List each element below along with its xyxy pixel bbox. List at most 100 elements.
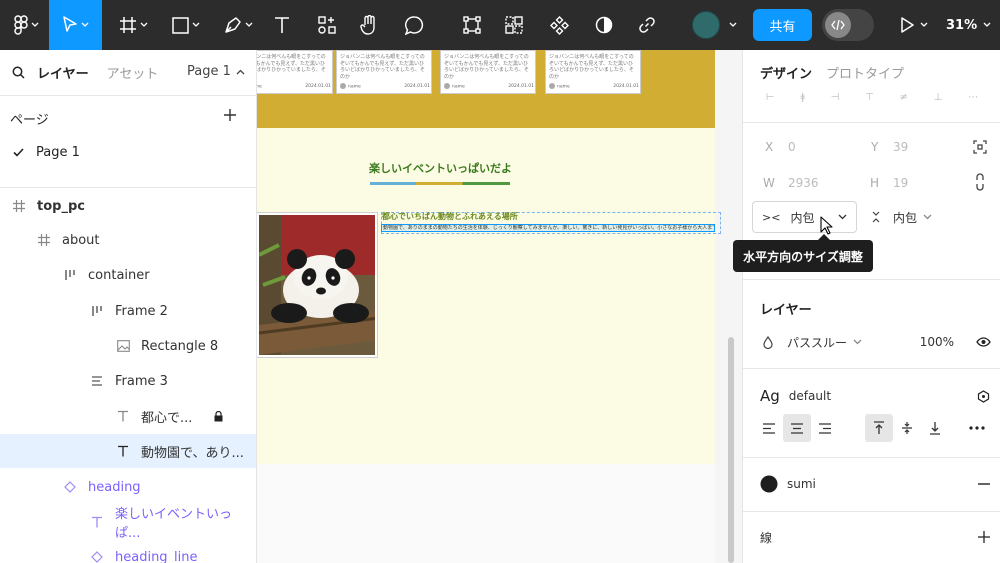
resources-button[interactable] xyxy=(313,0,341,50)
pen-tool-button[interactable] xyxy=(218,0,258,50)
layer-label: 都心で... xyxy=(141,410,193,426)
layer-rectangle-8[interactable]: Rectangle 8 xyxy=(0,329,256,363)
layer-frame-3[interactable]: Frame 3 xyxy=(0,364,256,398)
multiplayer-avatar-button[interactable] xyxy=(692,10,744,40)
hug-vertical-icon xyxy=(872,211,880,223)
canvas-vertical-scrollbar[interactable] xyxy=(728,337,734,563)
align-top-icon[interactable]: ⊤ xyxy=(865,92,874,103)
dev-mode-toggle[interactable] xyxy=(822,9,874,41)
play-icon xyxy=(901,17,914,33)
text-align-right-icon[interactable] xyxy=(811,414,839,442)
x-input[interactable]: 0 xyxy=(788,140,796,154)
text-style-row[interactable]: Ag default xyxy=(760,386,990,406)
layer-text-toshin[interactable]: 都心で... xyxy=(0,399,256,433)
alignment-toolbar: ⊢ ǂ ⊣ ⊤ ≠ ⊥ ⋯ xyxy=(743,86,1000,108)
h-input[interactable]: 19 xyxy=(893,176,908,190)
news-card[interactable]: ジョバンニは何べんも眼をこすってのぞいてもかんでも見えず、ただ黒いひろいどばかり… xyxy=(545,50,641,94)
news-card-author: name xyxy=(257,84,262,90)
layer-label: Frame 2 xyxy=(115,303,168,319)
layer-top-pc[interactable]: top_pc xyxy=(0,189,256,223)
present-button[interactable] xyxy=(896,0,932,50)
about-body-text-selected[interactable]: 動物園で、ありのままの動物たちの生活を体験、じっくり観察してみませんか。楽しい、… xyxy=(381,224,715,232)
layer-label: about xyxy=(62,232,100,248)
frame-tool-button[interactable] xyxy=(112,0,154,50)
checkmark-icon xyxy=(12,147,24,157)
horizontal-resizing-dropdown[interactable]: >< 内包 xyxy=(752,201,857,233)
vertical-align-middle-icon[interactable] xyxy=(893,414,921,442)
canvas[interactable]: ジョバンニは何べんも眼をこすってのぞいてもかんでも見えず、ただ黒いひろいどばかり… xyxy=(257,50,742,563)
tab-prototype[interactable]: プロトタイプ xyxy=(826,63,904,82)
chevron-down-icon xyxy=(140,22,147,27)
layer-label: 楽しいイベントいっぱ... xyxy=(114,507,232,541)
component-frame-button[interactable] xyxy=(458,0,486,50)
eye-icon[interactable] xyxy=(976,337,991,347)
heading-line[interactable] xyxy=(370,182,510,185)
layer-frame-2[interactable]: Frame 2 xyxy=(0,294,256,328)
chevron-down-icon xyxy=(81,22,89,27)
page-switcher-label: Page 1 xyxy=(187,64,231,79)
y-input[interactable]: 39 xyxy=(893,140,908,154)
distribute-icon[interactable]: ⋯ xyxy=(968,92,978,103)
vertical-align-bottom-icon[interactable] xyxy=(921,414,949,442)
section-heading-text[interactable]: 楽しいイベントいっぱいだよ xyxy=(369,160,512,176)
news-card[interactable]: ジョバンニは何べんも眼をこすってのぞいてもかんでも見えず、ただ黒いひろいどばかり… xyxy=(440,50,536,94)
tab-assets[interactable]: アセット xyxy=(107,63,159,82)
plus-icon[interactable] xyxy=(223,108,237,122)
mask-button[interactable] xyxy=(590,0,618,50)
align-left-icon[interactable]: ⊢ xyxy=(766,92,775,103)
fill-row[interactable]: sumi xyxy=(760,475,990,493)
layer-text-tanoshii[interactable]: 楽しいイベントいっぱ... xyxy=(0,505,256,541)
text-align-center-icon[interactable] xyxy=(783,414,811,442)
layer-container[interactable]: container xyxy=(0,258,256,292)
tab-design[interactable]: デザイン xyxy=(760,63,812,82)
search-icon[interactable] xyxy=(12,66,25,79)
vertical-resizing-dropdown[interactable]: 内包 xyxy=(869,201,949,233)
page-switcher[interactable]: Page 1 xyxy=(187,64,245,79)
lock-icon[interactable] xyxy=(214,410,223,422)
hand-tool-button[interactable] xyxy=(355,0,383,50)
text-align-left-icon[interactable] xyxy=(755,414,783,442)
move-tool-button[interactable] xyxy=(49,0,102,50)
align-right-icon[interactable]: ⊣ xyxy=(831,92,840,103)
style-settings-icon[interactable] xyxy=(977,389,990,403)
zoom-menu[interactable]: 31% xyxy=(946,0,991,50)
tab-layers[interactable]: レイヤー xyxy=(37,63,89,82)
layer-heading[interactable]: heading xyxy=(0,470,256,504)
plus-icon[interactable] xyxy=(978,531,990,543)
divider xyxy=(743,511,1000,512)
constrain-proportions-icon[interactable] xyxy=(975,173,985,191)
text-t-icon xyxy=(275,17,289,33)
opacity-input[interactable]: 100% xyxy=(920,335,954,349)
create-component-button[interactable] xyxy=(545,0,573,50)
about-subheading[interactable]: 都心でいちばん動物とふれあえる場所 xyxy=(382,211,518,222)
more-options-icon[interactable] xyxy=(963,414,991,442)
absolute-position-icon[interactable] xyxy=(973,140,987,154)
page-item-label: Page 1 xyxy=(36,144,80,160)
align-middle-icon[interactable]: ≠ xyxy=(900,92,908,103)
page-item[interactable]: Page 1 xyxy=(0,136,256,168)
chevron-down-icon xyxy=(838,214,847,220)
fill-swatch[interactable] xyxy=(760,475,778,493)
layer-text-doubutsuen[interactable]: 動物園で、あり... xyxy=(0,434,256,468)
pages-section-header: ページ xyxy=(0,96,256,140)
text-tool-button[interactable] xyxy=(268,0,296,50)
link-button[interactable] xyxy=(633,0,661,50)
news-card[interactable]: ジョバンニは何べんも眼をこすってのぞいてもかんでも見えず、ただ黒いひろいどばかり… xyxy=(257,50,333,94)
share-button[interactable]: 共有 xyxy=(753,9,812,41)
vertical-align-top-icon[interactable] xyxy=(865,414,893,442)
shape-tool-button[interactable] xyxy=(166,0,206,50)
w-input[interactable]: 2936 xyxy=(788,176,819,190)
layer-about[interactable]: about xyxy=(0,223,256,257)
comment-tool-button[interactable] xyxy=(400,0,428,50)
main-menu-button[interactable] xyxy=(6,0,46,50)
align-center-h-icon[interactable]: ǂ xyxy=(800,92,805,103)
news-card[interactable]: ジョバンニは何べんも眼をこすってのぞいてもかんでも見えず、ただ黒いひろいどばかり… xyxy=(336,50,432,94)
align-bottom-icon[interactable]: ⊥ xyxy=(934,92,943,103)
chevron-down-icon xyxy=(31,22,38,27)
minus-icon[interactable] xyxy=(978,483,990,485)
blend-mode-dropdown[interactable]: パススルー xyxy=(787,334,847,351)
auto-layout-button[interactable] xyxy=(500,0,528,50)
panda-photo[interactable] xyxy=(257,213,377,357)
layer-heading-line[interactable]: heading_line xyxy=(0,540,256,563)
layer-label: Frame 3 xyxy=(115,373,168,389)
